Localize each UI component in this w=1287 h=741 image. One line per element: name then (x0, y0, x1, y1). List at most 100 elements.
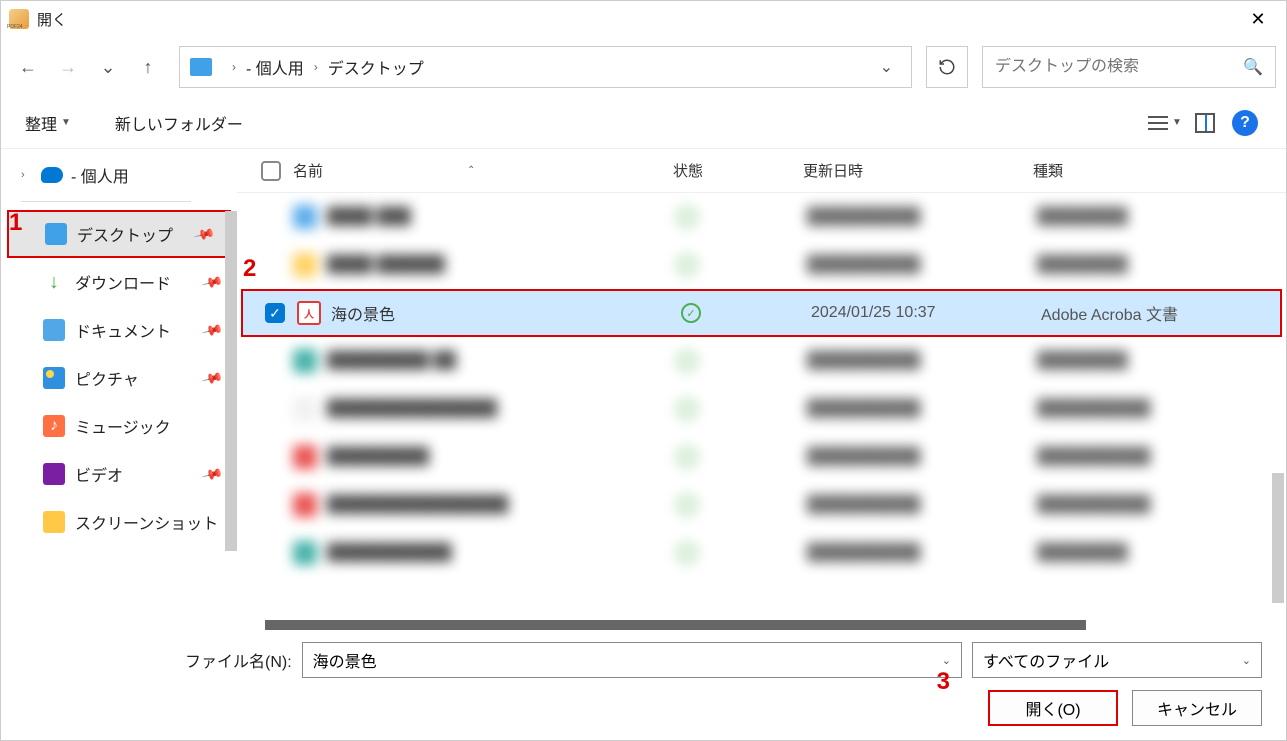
sidebar-item-label: スクリーンショット (75, 510, 218, 534)
pin-icon: 📌 (200, 462, 224, 485)
organize-label: 整理 (25, 111, 57, 135)
sidebar-item-downloads[interactable]: ↓ ダウンロード 📌 (1, 258, 237, 306)
view-options-button[interactable]: ▼ (1148, 106, 1182, 140)
breadcrumb-segment[interactable]: デスクトップ (328, 55, 424, 79)
dialog-footer: ファイル名(N): 海の景色 ⌄ すべてのファイル ⌄ 3 開く(O) キャンセ… (1, 630, 1286, 740)
file-list-pane: 名前 ⌃ 状態 更新日時 種類 2 ████ ███✓ ████████████… (237, 149, 1286, 630)
search-input[interactable] (995, 58, 1243, 76)
tree-item-onedrive[interactable]: › - 個人用 (1, 157, 237, 193)
pin-icon: 📌 (200, 366, 224, 389)
filename-value: 海の景色 (313, 648, 377, 672)
help-button[interactable]: ? (1228, 106, 1262, 140)
onedrive-icon (41, 167, 63, 183)
cancel-button[interactable]: キャンセル (1132, 690, 1262, 726)
body-area: › - 個人用 1 デスクトップ 📌 ↓ ダウンロード 📌 ドキュメント 📌 (1, 149, 1286, 630)
forward-button[interactable]: → (51, 50, 85, 84)
divider (21, 201, 191, 202)
breadcrumb-separator: › (314, 60, 318, 74)
file-state: ✓ (681, 303, 811, 323)
sidebar-item-music[interactable]: ♪ ミュージック (1, 402, 237, 450)
annotation-2: 2 (243, 255, 256, 283)
sidebar-item-documents[interactable]: ドキュメント 📌 (1, 306, 237, 354)
file-row[interactable]: █████████ ██✓ ██████████████████ (237, 337, 1286, 385)
new-folder-label: 新しいフォルダー (115, 111, 243, 135)
sidebar-item-label: ビデオ (75, 462, 123, 486)
file-type: Adobe Acroba 文書 (1041, 301, 1270, 325)
sidebar-item-label: ピクチャ (75, 366, 139, 390)
titlebar: 開く ✕ (1, 1, 1286, 37)
row-checkbox[interactable]: ✓ (265, 303, 285, 323)
file-row[interactable]: ████ ██████✓ ██████████████████ (237, 241, 1286, 289)
header-state[interactable]: 状態 (673, 160, 803, 181)
filter-label: すべてのファイル (983, 648, 1109, 672)
open-button[interactable]: 開く(O) (988, 690, 1118, 726)
help-icon: ? (1232, 110, 1258, 136)
file-type-filter[interactable]: すべてのファイル ⌄ (972, 642, 1262, 678)
sort-indicator-icon: ⌃ (467, 165, 475, 176)
navigation-bar: ← → ⌄ ↑ › - 個人用 › デスクトップ ⌄ 🔍 (1, 37, 1286, 97)
horizontal-scrollbar[interactable] (265, 620, 1086, 630)
chevron-down-icon: ▼ (1172, 117, 1182, 128)
back-button[interactable]: ← (11, 50, 45, 84)
music-icon: ♪ (43, 415, 65, 437)
pdf-icon: 人 (297, 301, 321, 325)
filename-label: ファイル名(N): (185, 648, 292, 672)
header-date[interactable]: 更新日時 (803, 160, 1033, 181)
video-icon (43, 463, 65, 485)
sidebar-item-label: ダウンロード (75, 270, 171, 294)
sidebar-item-label: ミュージック (75, 414, 171, 438)
file-row[interactable]: ████████████████✓ ████████████████████ (237, 481, 1286, 529)
search-icon[interactable]: 🔍 (1243, 57, 1263, 77)
search-box[interactable]: 🔍 (982, 46, 1276, 88)
new-folder-button[interactable]: 新しいフォルダー (115, 111, 243, 135)
sync-ok-icon: ✓ (681, 303, 701, 323)
header-type[interactable]: 種類 (1033, 160, 1274, 181)
preview-pane-button[interactable] (1188, 106, 1222, 140)
header-checkbox-column[interactable] (249, 161, 293, 181)
sidebar-scrollbar[interactable] (225, 211, 237, 551)
file-row[interactable]: ████ ███✓ ██████████████████ (237, 193, 1286, 241)
vertical-scrollbar[interactable] (1272, 473, 1284, 603)
chevron-down-icon[interactable]: ⌄ (942, 654, 951, 667)
location-icon (190, 58, 212, 76)
address-bar[interactable]: › - 個人用 › デスクトップ ⌄ (179, 46, 912, 88)
header-name[interactable]: 名前 ⌃ (293, 160, 673, 181)
address-dropdown-button[interactable]: ⌄ (872, 53, 901, 81)
sidebar-item-label: ドキュメント (75, 318, 171, 342)
pin-icon: 📌 (200, 270, 224, 293)
desktop-icon (45, 223, 67, 245)
open-file-dialog: 開く ✕ ← → ⌄ ↑ › - 個人用 › デスクトップ ⌄ 🔍 整理 ▼ (0, 0, 1287, 741)
chevron-down-icon[interactable]: ⌄ (1242, 654, 1251, 667)
organize-menu[interactable]: 整理 ▼ (25, 111, 71, 135)
preview-pane-icon (1195, 113, 1215, 133)
pin-icon: 📌 (200, 318, 224, 341)
sidebar-item-label: デスクトップ (77, 222, 173, 246)
sidebar-item-videos[interactable]: ビデオ 📌 (1, 450, 237, 498)
document-icon (43, 319, 65, 341)
file-date: 2024/01/25 10:37 (811, 304, 1041, 322)
file-list-header: 名前 ⌃ 状態 更新日時 種類 (237, 149, 1286, 193)
sidebar-item-desktop[interactable]: デスクトップ 📌 (7, 210, 231, 258)
file-row[interactable]: ███████████████✓ ████████████████████ (237, 385, 1286, 433)
file-row-selected[interactable]: ✓ 人 海の景色 ✓ 2024/01/25 10:37 Adobe Acroba… (241, 289, 1282, 337)
toolbar: 整理 ▼ 新しいフォルダー ▼ ? (1, 97, 1286, 149)
refresh-button[interactable] (926, 46, 968, 88)
file-row[interactable]: █████████✓ ████████████████████ (237, 433, 1286, 481)
up-button[interactable]: ↑ (131, 50, 165, 84)
chevron-down-icon: ▼ (61, 117, 71, 128)
tree-item-label: - 個人用 (71, 163, 129, 187)
navigation-pane: › - 個人用 1 デスクトップ 📌 ↓ ダウンロード 📌 ドキュメント 📌 (1, 149, 237, 630)
breadcrumb-segment[interactable]: - 個人用 (246, 55, 304, 79)
sidebar-item-pictures[interactable]: ピクチャ 📌 (1, 354, 237, 402)
breadcrumb-separator: › (232, 60, 236, 74)
filename-combobox[interactable]: 海の景色 ⌄ (302, 642, 962, 678)
sidebar-item-screenshots[interactable]: スクリーンショット (1, 498, 237, 546)
recent-locations-button[interactable]: ⌄ (91, 50, 125, 84)
window-title: 開く (37, 9, 67, 30)
annotation-3: 3 (937, 668, 950, 704)
file-row[interactable]: ███████████✓ ██████████████████ (237, 529, 1286, 577)
file-list: ████ ███✓ ██████████████████ ████ ██████… (237, 193, 1286, 630)
header-name-label: 名前 (293, 160, 323, 181)
close-button[interactable]: ✕ (1238, 4, 1278, 34)
expander-icon[interactable]: › (21, 169, 33, 181)
